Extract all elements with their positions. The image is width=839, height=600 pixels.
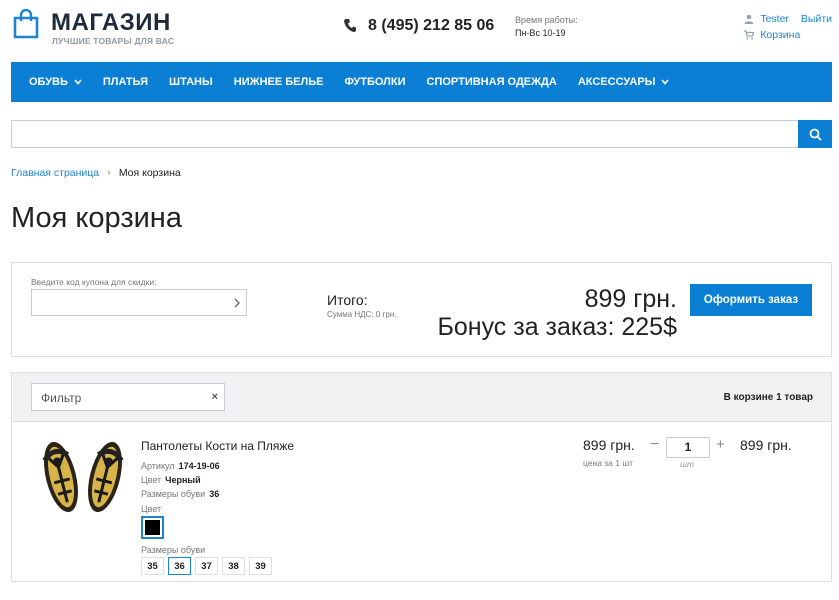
- checkout-button[interactable]: Оформить заказ: [690, 284, 812, 316]
- product-color: Цвет Черный: [141, 475, 201, 485]
- product-image[interactable]: [33, 433, 133, 519]
- page-title: Моя корзина: [11, 202, 182, 234]
- size-option[interactable]: 35: [141, 557, 164, 575]
- filter-text: Фильтр: [41, 391, 82, 405]
- user-links: Tester Выйти Корзина: [744, 11, 832, 43]
- size-option[interactable]: 37: [195, 557, 218, 575]
- quantity-decrease-button[interactable]: −: [650, 436, 659, 454]
- nav-item-underwear[interactable]: НИЖНЕЕ БЕЛЬЕ: [234, 76, 324, 88]
- chevron-right-icon[interactable]: [234, 298, 240, 308]
- product-name-link[interactable]: Пантолеты Кости на Пляже: [141, 439, 294, 453]
- nav-item-sportswear[interactable]: СПОРТИВНАЯ ОДЕЖДА: [427, 76, 557, 88]
- line-total: 899 грн.: [740, 437, 792, 453]
- cart-toolbar: Фильтр × В корзине 1 товар: [12, 373, 831, 422]
- order-summary: Введите код купона для скидки: Итого: Су…: [11, 262, 832, 357]
- shopping-bag-icon[interactable]: [12, 9, 40, 39]
- main-nav: ОБУВЬ ПЛАТЬЯ ШТАНЫ НИЖНЕЕ БЕЛЬЕ ФУТБОЛКИ…: [11, 62, 832, 102]
- size-picker: 35 36 37 38 39: [141, 557, 272, 575]
- nav-item-tshirts[interactable]: ФУТБОЛКИ: [344, 76, 405, 88]
- quantity-increase-button[interactable]: +: [716, 436, 725, 453]
- cart-icon: [744, 30, 755, 40]
- color-swatch-black[interactable]: [141, 516, 164, 539]
- breadcrumb: Главная страница › Моя корзина: [11, 167, 181, 179]
- coupon-label: Введите код купона для скидки:: [31, 277, 157, 287]
- product-article: Артикул 174-19-06: [141, 461, 220, 471]
- unit-price: 899 грн.: [583, 437, 635, 453]
- order-bonus: Бонус за заказ: 225$: [437, 313, 677, 341]
- search-bar: [11, 120, 832, 148]
- hours-value: Пн-Вс 10-19: [515, 28, 566, 38]
- product-size: Размеры обуви 36: [141, 489, 220, 499]
- nav-item-pants[interactable]: ШТАНЫ: [169, 76, 213, 88]
- size-option-selected[interactable]: 36: [168, 557, 191, 575]
- cart-list: Фильтр × В корзине 1 товар Пантолеты Кос…: [11, 372, 832, 582]
- search-input[interactable]: [12, 121, 798, 147]
- breadcrumb-home-link[interactable]: Главная страница: [11, 167, 99, 179]
- size-option[interactable]: 39: [249, 557, 272, 575]
- logo-subtitle: ЛУЧШИЕ ТОВАРЫ ДЛЯ ВАС: [52, 36, 175, 46]
- cart-count: В корзине 1 товар: [723, 392, 813, 403]
- search-button[interactable]: [798, 120, 832, 148]
- phone-icon: [344, 19, 356, 32]
- breadcrumb-current: Моя корзина: [118, 167, 181, 179]
- hours-label: Время работы:: [515, 15, 578, 25]
- filter-input[interactable]: Фильтр ×: [31, 383, 225, 411]
- user-icon: [744, 14, 754, 24]
- search-icon: [809, 128, 822, 141]
- logout-link[interactable]: Выйти: [801, 13, 832, 25]
- quantity-unit: шт: [680, 459, 695, 469]
- total-label: Итого:: [327, 292, 368, 308]
- size-option[interactable]: 38: [222, 557, 245, 575]
- coupon-input[interactable]: [31, 289, 247, 316]
- vat-sum: Сумма НДС: 0 грн.: [327, 310, 397, 319]
- nav-item-dresses[interactable]: ПЛАТЬЯ: [103, 76, 148, 88]
- unit-price-note: цена за 1 шт: [583, 458, 634, 468]
- chevron-down-icon: [74, 79, 82, 85]
- cart-link[interactable]: Корзина: [760, 29, 800, 41]
- phone-number[interactable]: 8 (495) 212 85 06: [368, 17, 494, 35]
- clear-filter-icon[interactable]: ×: [212, 391, 218, 403]
- total-price: 899 грн.: [584, 285, 677, 313]
- sizes-picker-label: Размеры обуви: [141, 545, 206, 555]
- color-picker-label: Цвет: [141, 504, 162, 514]
- nav-item-accessories[interactable]: АКСЕССУАРЫ: [578, 76, 670, 88]
- chevron-down-icon: [661, 79, 670, 85]
- quantity-input[interactable]: 1: [666, 437, 710, 458]
- user-name-link[interactable]: Tester: [760, 13, 789, 25]
- breadcrumb-separator: ›: [107, 167, 111, 179]
- nav-item-shoes[interactable]: ОБУВЬ: [29, 76, 82, 88]
- logo-title[interactable]: МАГАЗИН: [51, 9, 171, 37]
- header: МАГАЗИН ЛУЧШИЕ ТОВАРЫ ДЛЯ ВАС 8 (495) 21…: [0, 0, 839, 62]
